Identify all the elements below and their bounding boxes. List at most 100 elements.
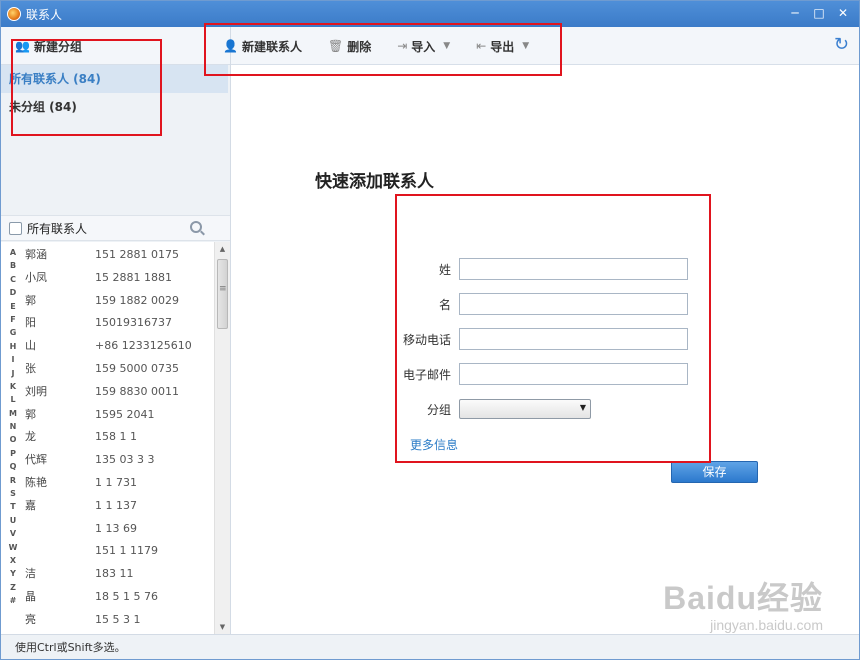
app-logo-icon [7, 7, 21, 21]
contact-name: 山 [25, 339, 36, 353]
group-item[interactable]: 未分组 (84) [1, 93, 230, 121]
alphabet-letter[interactable]: T [7, 500, 19, 513]
minimize-button[interactable]: ─ [785, 4, 805, 22]
search-icon[interactable] [190, 221, 202, 233]
import-button[interactable]: ⇥ 导入 ▼ [397, 38, 450, 55]
maximize-button[interactable]: □ [809, 4, 829, 22]
contact-name: 阳 [25, 316, 36, 330]
alphabet-letter[interactable]: H [7, 340, 19, 353]
select-all-checkbox[interactable] [9, 221, 22, 235]
alphabet-letter[interactable]: I [7, 353, 19, 366]
contact-row[interactable]: 郭 159 1882 0029 [25, 290, 211, 313]
toolbar-actions: 👤 新建联系人 🗑 删除 ⇥ 导入 ▼ ⇤ 导出 ▼ [223, 27, 555, 65]
alphabet-letter[interactable]: V [7, 527, 19, 540]
contact-row[interactable]: 陈艳 1 1 731 [25, 472, 211, 495]
alphabet-letter[interactable]: E [7, 300, 19, 313]
surname-label: 姓 [438, 262, 451, 277]
email-label: 电子邮件 [402, 367, 451, 382]
contact-list-header: 所有联系人 [1, 215, 230, 241]
main-panel: 快速添加联系人 姓 名 移动电话 电子邮件 分组 ▼ 更多信息 保存 [232, 65, 859, 634]
contact-phone: 1 1 731 [95, 475, 137, 489]
contact-row[interactable]: 郭 1595 2041 [25, 404, 211, 427]
contact-name: 郭 [25, 407, 36, 421]
contact-name: 郭 [25, 293, 36, 307]
contact-row[interactable]: 龙 158 1 1 [25, 426, 211, 449]
contact-row[interactable]: 郭涵 151 2881 0175 [25, 244, 211, 267]
mobile-label: 移动电话 [402, 332, 451, 347]
save-button[interactable]: 保存 [671, 461, 758, 483]
baidu-watermark: Baidu经验 jingyan.baidu.com [663, 573, 823, 633]
contact-row[interactable]: 151 1 1179 [25, 540, 211, 563]
alphabet-letter[interactable]: Z [7, 581, 19, 594]
contact-phone: 15 2881 1881 [95, 270, 172, 284]
alphabet-letter[interactable]: A [7, 246, 19, 259]
alphabet-letter[interactable]: B [7, 259, 19, 272]
mobile-input[interactable] [459, 328, 688, 350]
group-select[interactable]: ▼ [459, 399, 591, 419]
contact-row[interactable]: 刘明 159 8830 0011 [25, 381, 211, 404]
scroll-thumb[interactable] [217, 259, 228, 329]
alphabet-letter[interactable]: D [7, 286, 19, 299]
contact-scrollbar[interactable]: ▲ ▼ [214, 242, 230, 634]
new-contact-button[interactable]: 👤 新建联系人 [223, 38, 302, 55]
contact-row[interactable]: 洁 183 11 [25, 563, 211, 586]
contact-phone: 1 1 137 [95, 498, 137, 512]
contact-name: 陈艳 [25, 475, 47, 489]
alphabet-letter[interactable]: M [7, 407, 19, 420]
alphabet-letter[interactable]: K [7, 380, 19, 393]
contact-phone: 158 1 1 [95, 430, 137, 444]
export-icon: ⇤ [476, 39, 487, 53]
alphabet-letter[interactable]: Q [7, 460, 19, 473]
new-group-label: 新建分组 [33, 39, 82, 54]
alphabet-letter[interactable]: R [7, 474, 19, 487]
contact-row[interactable]: 1 13 69 [25, 518, 211, 541]
mobile-row: 移动电话 [382, 328, 702, 350]
contact-row[interactable]: 嘉 1 1 137 [25, 495, 211, 518]
contact-row[interactable]: 代辉 135 03 3 3 [25, 449, 211, 472]
new-group-button[interactable]: 👥 新建分组 [15, 38, 82, 55]
import-icon: ⇥ [397, 39, 408, 53]
alphabet-letter[interactable]: J [7, 367, 19, 380]
email-input[interactable] [459, 363, 688, 385]
alphabet-letter[interactable]: S [7, 487, 19, 500]
alphabet-letter[interactable]: N [7, 420, 19, 433]
given-name-input[interactable] [459, 293, 688, 315]
group-list: 所有联系人 (84) 未分组 (84) [1, 65, 230, 121]
export-label: 导出 [490, 39, 515, 54]
close-button[interactable]: ✕ [833, 4, 853, 22]
contact-phone: +86 1233125610 [95, 339, 192, 353]
scroll-up-arrow-icon[interactable]: ▲ [215, 242, 230, 256]
surname-input[interactable] [459, 258, 688, 280]
refresh-icon[interactable]: ↻ [834, 36, 849, 54]
group-item[interactable]: 所有联系人 (84) [1, 65, 228, 93]
contact-phone: 151 2881 0175 [95, 248, 179, 261]
contact-row[interactable]: 晶 18 5 1 5 76 [25, 586, 211, 609]
alphabet-letter[interactable]: C [7, 273, 19, 286]
contact-row[interactable]: 小凤 15 2881 1881 [25, 267, 211, 290]
contact-row[interactable]: 张 159 5000 0735 [25, 358, 211, 381]
alphabet-letter[interactable]: G [7, 326, 19, 339]
contact-phone: 159 5000 0735 [95, 361, 179, 375]
alphabet-letter[interactable]: # [7, 594, 19, 607]
alphabet-letter[interactable]: F [7, 313, 19, 326]
watermark-url: jingyan.baidu.com [710, 617, 823, 633]
window-title: 联系人 [26, 7, 63, 22]
alphabet-letter[interactable]: L [7, 393, 19, 406]
alphabet-letter[interactable]: P [7, 447, 19, 460]
alphabet-letter[interactable]: O [7, 433, 19, 446]
contact-row[interactable]: 亮 15 5 3 1 [25, 609, 211, 632]
delete-button[interactable]: 🗑 删除 [328, 38, 371, 55]
scroll-down-arrow-icon[interactable]: ▼ [215, 620, 230, 634]
more-info-link[interactable]: 更多信息 [410, 436, 458, 453]
alphabet-letter[interactable]: W [7, 541, 19, 554]
contact-row[interactable]: 山 +86 1233125610 [25, 335, 211, 358]
form-title: 快速添加联系人 [315, 172, 434, 192]
alphabet-letter[interactable]: X [7, 554, 19, 567]
chevron-down-icon: ▼ [443, 41, 451, 51]
export-button[interactable]: ⇤ 导出 ▼ [476, 38, 529, 55]
contact-row[interactable]: 阳 15019316737 [25, 312, 211, 335]
contact-phone: 151 1 1179 [95, 544, 158, 558]
alphabet-letter[interactable]: U [7, 514, 19, 527]
alphabet-letter[interactable]: Y [7, 567, 19, 580]
contact-list: A B C D E F G H I J K L M N O P Q R S T U V W X Y Z # 郭涵 151 2881 0… [1, 242, 230, 634]
